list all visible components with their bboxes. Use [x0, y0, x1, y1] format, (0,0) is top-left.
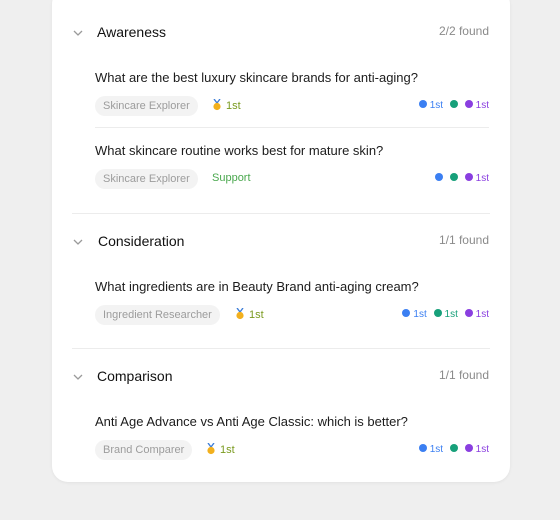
question-text: What ingredients are in Beauty Brand ant…: [95, 279, 419, 294]
section-found-count: 1/1 found: [438, 233, 489, 247]
chevron-down-icon[interactable]: [72, 27, 84, 39]
section-title: Consideration: [98, 233, 185, 249]
persona-tag[interactable]: Skincare Explorer: [95, 96, 198, 116]
persona-tag[interactable]: Brand Comparer: [95, 440, 193, 460]
mention-label: 1st: [475, 309, 489, 320]
mention-dot-blue: [418, 100, 427, 108]
mention-label: 1st: [475, 100, 489, 111]
question-item[interactable]: What skincare routine works best for mat…: [95, 143, 495, 189]
mention-dot-blue: [402, 309, 411, 317]
section-header[interactable]: Awareness 2/2 found: [52, 21, 510, 47]
item-divider: [95, 127, 489, 128]
mention-dot-blue: [435, 173, 444, 181]
mention-dot-green: [433, 309, 442, 317]
section-header[interactable]: Consideration 1/1 found: [52, 230, 510, 256]
mention-label: 1st: [475, 173, 489, 184]
question-text: What skincare routine works best for mat…: [95, 143, 384, 158]
rank-label: 1st: [226, 100, 241, 112]
chevron-down-icon[interactable]: [72, 236, 84, 248]
question-item[interactable]: What ingredients are in Beauty Brand ant…: [95, 279, 495, 325]
mention-label: 1st: [475, 444, 489, 455]
section-title: Comparison: [97, 368, 173, 384]
mention-dot-purple: [464, 309, 473, 317]
mention-label: 1st: [429, 100, 444, 111]
mention-indicators: 1st: [431, 173, 489, 185]
medal-icon: [236, 308, 244, 320]
section-found-count: 1/1 found: [438, 368, 489, 382]
section-found-count: 2/2 found: [438, 24, 489, 38]
mention-dot-green: [449, 444, 458, 452]
medal-icon: [213, 99, 221, 111]
section-divider: [72, 348, 490, 349]
mention-dot-purple: [464, 173, 473, 181]
chevron-down-icon[interactable]: [72, 371, 84, 383]
question-meta: Ingredient Researcher 1st 1st 1st 1st: [95, 305, 489, 325]
question-text: Anti Age Advance vs Anti Age Classic: wh…: [95, 414, 408, 429]
mention-dot-purple: [464, 100, 473, 108]
section-divider: [72, 213, 490, 214]
persona-tag[interactable]: Ingredient Researcher: [95, 305, 220, 325]
query-results-card: Awareness 2/2 found What are the best lu…: [52, 0, 510, 482]
rank-badge: 1st: [212, 99, 241, 112]
question-meta: Brand Comparer 1st 1st 1st: [95, 440, 489, 460]
question-meta: Skincare Explorer 1st 1st 1st: [95, 96, 489, 116]
question-meta: Skincare Explorer Support 1st: [95, 169, 489, 189]
medal-icon: [207, 443, 215, 455]
mention-indicators: 1st 1st: [415, 444, 489, 456]
rank-label: 1st: [249, 309, 264, 321]
mention-indicators: 1st 1st: [415, 100, 489, 112]
mention-label: 1st: [413, 309, 427, 320]
rank-badge: 1st: [206, 443, 235, 456]
rank-badge: 1st: [235, 308, 264, 321]
section-title: Awareness: [97, 24, 167, 40]
mention-dot-purple: [464, 444, 473, 452]
rank-label: 1st: [220, 444, 235, 456]
question-text: What are the best luxury skincare brands…: [95, 70, 419, 85]
question-item[interactable]: Anti Age Advance vs Anti Age Classic: wh…: [95, 414, 495, 460]
mention-label: 1st: [429, 444, 444, 455]
mention-label: 1st: [444, 309, 458, 320]
support-badge: Support: [212, 172, 251, 184]
mention-dot-green: [449, 173, 458, 181]
section-header[interactable]: Comparison 1/1 found: [52, 365, 510, 391]
persona-tag[interactable]: Skincare Explorer: [95, 169, 198, 189]
mention-dot-green: [449, 100, 458, 108]
question-item[interactable]: What are the best luxury skincare brands…: [95, 70, 495, 116]
mention-dot-blue: [418, 444, 427, 452]
mention-indicators: 1st 1st 1st: [398, 309, 489, 321]
